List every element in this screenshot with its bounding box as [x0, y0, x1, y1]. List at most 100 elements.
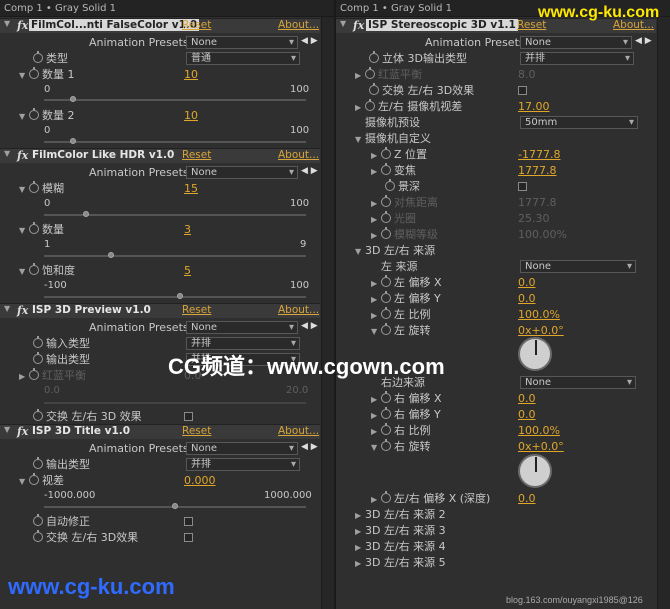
expand-triangle-icon[interactable]: ▶	[371, 424, 381, 439]
stopwatch-icon[interactable]	[29, 263, 39, 275]
expand-triangle-icon[interactable]: ▼	[355, 244, 365, 259]
reset-link[interactable]: Reset	[182, 425, 211, 437]
expand-triangle-icon[interactable]: ▶	[371, 164, 381, 179]
preset-nav-icon[interactable]: ◀ ▶	[301, 36, 318, 46]
swap-checkbox[interactable]	[184, 533, 193, 542]
expand-triangle-icon[interactable]: ▶	[371, 292, 381, 307]
about-link[interactable]: About...	[278, 304, 319, 316]
preset-nav-icon[interactable]: ◀ ▶	[635, 36, 652, 46]
about-link[interactable]: About...	[278, 19, 319, 31]
source-group-2[interactable]: ▶ 3D 左/右 来源 2	[355, 507, 446, 522]
expand-triangle-icon[interactable]: ▼	[19, 109, 29, 124]
source-group-4[interactable]: ▶ 3D 左/右 来源 4	[355, 539, 446, 554]
swap-checkbox[interactable]	[518, 86, 527, 95]
fx-icon[interactable]: fx	[17, 425, 28, 438]
camera-custom-row[interactable]: ▼ 摄像机自定义	[355, 131, 431, 146]
swap-checkbox[interactable]	[184, 412, 193, 421]
animation-presets-select[interactable]: None	[186, 442, 298, 455]
stopwatch-icon[interactable]	[33, 352, 43, 364]
fx-icon[interactable]: fx	[353, 19, 364, 32]
about-link[interactable]: About...	[278, 149, 319, 161]
expand-triangle-icon[interactable]: ▶	[371, 392, 381, 407]
stopwatch-icon[interactable]	[33, 336, 43, 348]
expand-triangle-icon[interactable]: ▼	[19, 223, 29, 238]
expand-triangle-icon[interactable]: ▶	[355, 556, 365, 571]
stopwatch-icon[interactable]	[381, 275, 391, 287]
expand-triangle-icon[interactable]: ▶	[371, 148, 381, 163]
animation-presets-select[interactable]: None	[186, 36, 298, 49]
source-group-row[interactable]: ▼ 3D 左/右 来源	[355, 243, 435, 258]
expand-triangle-icon[interactable]: ▶	[371, 408, 381, 423]
effect-name[interactable]: ISP 3D Title v1.0	[32, 425, 130, 437]
expand-triangle-icon[interactable]: ▶	[371, 276, 381, 291]
stopwatch-icon[interactable]	[33, 514, 43, 526]
stopwatch-icon[interactable]	[29, 222, 39, 234]
left-rotation-value[interactable]: 0x+0.0°	[518, 323, 564, 338]
animation-presets-select[interactable]: None	[186, 321, 298, 334]
stereo-output-select[interactable]: 并排	[520, 52, 634, 65]
scrollbar[interactable]	[657, 17, 670, 609]
stopwatch-icon[interactable]	[33, 51, 43, 63]
amount1-slider-thumb[interactable]	[70, 96, 76, 102]
stopwatch-icon[interactable]	[381, 147, 391, 159]
effect-name[interactable]: FilmCol...nti FalseColor v1.0	[29, 19, 200, 31]
amount1-value[interactable]: 10	[184, 67, 198, 82]
stopwatch-icon[interactable]	[381, 439, 391, 451]
parallax-slider-thumb[interactable]	[172, 503, 178, 509]
expand-triangle-icon[interactable]: ▼	[371, 440, 381, 455]
source-group-3[interactable]: ▶ 3D 左/右 来源 3	[355, 523, 446, 538]
camera-preset-select[interactable]: 50mm	[520, 116, 638, 129]
preset-nav-icon[interactable]: ◀ ▶	[301, 442, 318, 452]
preset-nav-icon[interactable]: ◀ ▶	[301, 321, 318, 331]
zoom-value[interactable]: 1777.8	[518, 163, 557, 178]
amount2-slider-track[interactable]	[44, 141, 306, 143]
auto-fix-checkbox[interactable]	[184, 517, 193, 526]
stopwatch-icon[interactable]	[369, 51, 379, 63]
stopwatch-icon[interactable]	[381, 491, 391, 503]
source-group-5[interactable]: ▶ 3D 左/右 来源 5	[355, 555, 446, 570]
expand-triangle-icon[interactable]: ▼	[371, 324, 381, 339]
stopwatch-icon[interactable]	[385, 179, 395, 191]
z-position-value[interactable]: -1777.8	[518, 147, 560, 162]
fx-icon[interactable]: fx	[17, 149, 28, 162]
collapse-triangle-icon[interactable]: ▼	[4, 304, 14, 313]
expand-triangle-icon[interactable]: ▼	[19, 68, 29, 83]
collapse-triangle-icon[interactable]: ▼	[4, 149, 14, 158]
stopwatch-icon[interactable]	[369, 83, 379, 95]
type-select[interactable]: 普通	[186, 52, 300, 65]
expand-triangle-icon[interactable]: ▶	[19, 369, 29, 384]
effect-header[interactable]: ▼ fx FilmCol...nti FalseColor v1.0 Reset…	[0, 18, 320, 33]
expand-triangle-icon[interactable]: ▼	[19, 264, 29, 279]
about-link[interactable]: About...	[278, 425, 319, 437]
stopwatch-icon[interactable]	[381, 407, 391, 419]
left-offset-x-value[interactable]: 0.0	[518, 275, 536, 290]
quantity-slider-thumb[interactable]	[108, 252, 114, 258]
amount1-slider-track[interactable]	[44, 99, 306, 101]
stopwatch-icon[interactable]	[381, 163, 391, 175]
quantity-slider-track[interactable]	[44, 255, 306, 257]
fx-icon[interactable]: fx	[17, 19, 28, 32]
stopwatch-icon[interactable]	[29, 473, 39, 485]
animation-presets-select[interactable]: None	[186, 166, 298, 179]
effect-header[interactable]: ▼ fx ISP 3D Title v1.0 Reset About...	[0, 424, 320, 439]
depth-offset-value[interactable]: 0.0	[518, 491, 536, 506]
quantity-value[interactable]: 3	[184, 222, 191, 237]
right-offset-y-value[interactable]: 0.0	[518, 407, 536, 422]
stopwatch-icon[interactable]	[29, 67, 39, 79]
expand-triangle-icon[interactable]: ▶	[371, 492, 381, 507]
expand-triangle-icon[interactable]: ▶	[355, 540, 365, 555]
collapse-triangle-icon[interactable]: ▼	[4, 425, 14, 434]
amount2-slider-thumb[interactable]	[70, 138, 76, 144]
stopwatch-icon[interactable]	[381, 423, 391, 435]
stopwatch-icon[interactable]	[29, 108, 39, 120]
right-source-select[interactable]: None	[520, 376, 636, 389]
effect-header[interactable]: ▼ fx ISP 3D Preview v1.0 Reset About...	[0, 303, 320, 318]
blur-slider-thumb[interactable]	[83, 211, 89, 217]
effect-header[interactable]: ▼ fx FilmColor Like HDR v1.0 Reset About…	[0, 148, 320, 163]
preset-nav-icon[interactable]: ◀ ▶	[301, 166, 318, 176]
stopwatch-icon[interactable]	[29, 181, 39, 193]
reset-link[interactable]: Reset	[182, 304, 211, 316]
left-offset-y-value[interactable]: 0.0	[518, 291, 536, 306]
parallax-value[interactable]: 0.000	[184, 473, 216, 488]
expand-triangle-icon[interactable]: ▶	[371, 308, 381, 323]
